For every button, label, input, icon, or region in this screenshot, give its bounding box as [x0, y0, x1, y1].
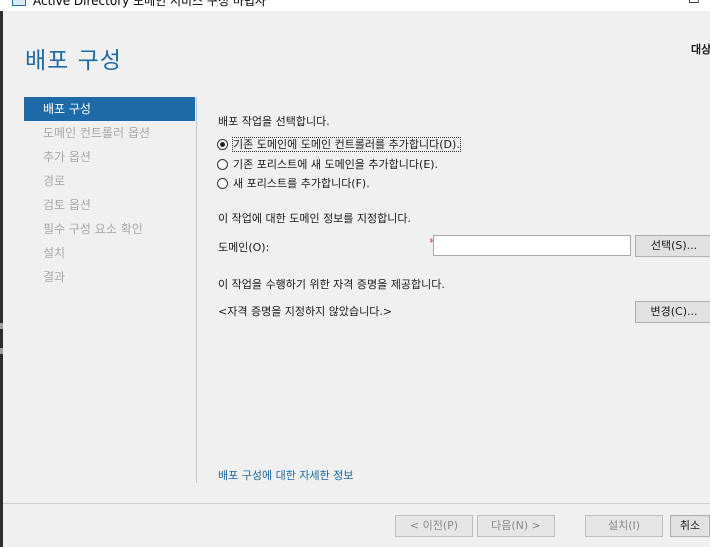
select-domain-button[interactable]: 선택(S)...	[635, 235, 710, 257]
window-title: Active Directory 도메인 서비스 구성 마법사	[33, 0, 266, 8]
target-server-label: 대상	[691, 43, 710, 56]
domain-prompt: 이 작업에 대한 도메인 정보를 지정합니다.	[218, 212, 412, 225]
radio-label: 새 포리스트를 추가합니다(F).	[233, 177, 370, 190]
nav-divider	[196, 97, 197, 483]
title-bar: Active Directory 도메인 서비스 구성 마법사 — ☐	[0, 0, 710, 11]
operation-prompt: 배포 작업을 선택합니다.	[218, 115, 330, 128]
radio-unselected-icon[interactable]	[217, 177, 228, 189]
nav-item-additional-options: 추가 옵션	[43, 150, 91, 164]
nav-item-results: 결과	[43, 270, 66, 284]
radio-add-dc-existing-domain[interactable]: 기존 도메인에 도메인 컨트롤러를 추가합니다(D).	[217, 136, 461, 152]
next-button[interactable]: 다음(N) >	[477, 515, 555, 537]
cancel-button[interactable]: 취소	[670, 515, 710, 537]
previous-button[interactable]: < 이전(P)	[395, 515, 473, 537]
nav-item-installation: 설치	[43, 246, 66, 260]
radio-selected-icon[interactable]	[217, 138, 228, 150]
maximize-icon[interactable]: ☐	[688, 0, 700, 7]
radio-label: 기존 도메인에 도메인 컨트롤러를 추가합니다(D).	[232, 137, 461, 152]
app-icon	[12, 0, 26, 6]
nav-item-dc-options: 도메인 컨트롤러 옵션	[43, 126, 150, 140]
credentials-prompt: 이 작업을 수행하기 위한 자격 증명을 제공합니다.	[218, 278, 445, 291]
wizard-footer: < 이전(P) 다음(N) > 설치(I) 취소	[3, 504, 710, 547]
install-button[interactable]: 설치(I)	[585, 515, 663, 537]
nav-item-prerequisites-check: 필수 구성 요소 확인	[43, 222, 143, 236]
radio-add-domain-existing-forest[interactable]: 기존 포리스트에 새 도메인을 추가합니다(E).	[217, 156, 438, 172]
page-title: 배포 구성	[25, 48, 122, 74]
credentials-status: <자격 증명을 지정하지 않았습니다.>	[218, 305, 393, 318]
radio-label: 기존 포리스트에 새 도메인을 추가합니다(E).	[233, 158, 439, 171]
more-info-link[interactable]: 배포 구성에 대한 자세한 정보	[218, 467, 353, 483]
wizard-nav: 배포 구성 도메인 컨트롤러 옵션 추가 옵션 경로 검토 옵션 필수 구성 요…	[24, 97, 195, 289]
minimize-icon[interactable]: —	[655, 0, 668, 7]
nav-item-review-options: 검토 옵션	[43, 198, 91, 212]
domain-input[interactable]	[433, 235, 631, 256]
radio-add-new-forest[interactable]: 새 포리스트를 추가합니다(F).	[217, 175, 370, 191]
domain-label: 도메인(O):	[218, 241, 270, 254]
nav-item-deployment-config[interactable]: 배포 구성	[24, 97, 195, 121]
nav-item-paths: 경로	[43, 174, 66, 188]
change-credentials-button[interactable]: 변경(C)...	[635, 301, 710, 323]
radio-unselected-icon[interactable]	[217, 158, 228, 170]
wizard-content: 배포 구성 대상 배포 구성 도메인 컨트롤러 옵션 추가 옵션 경로 검토 옵…	[3, 11, 710, 503]
